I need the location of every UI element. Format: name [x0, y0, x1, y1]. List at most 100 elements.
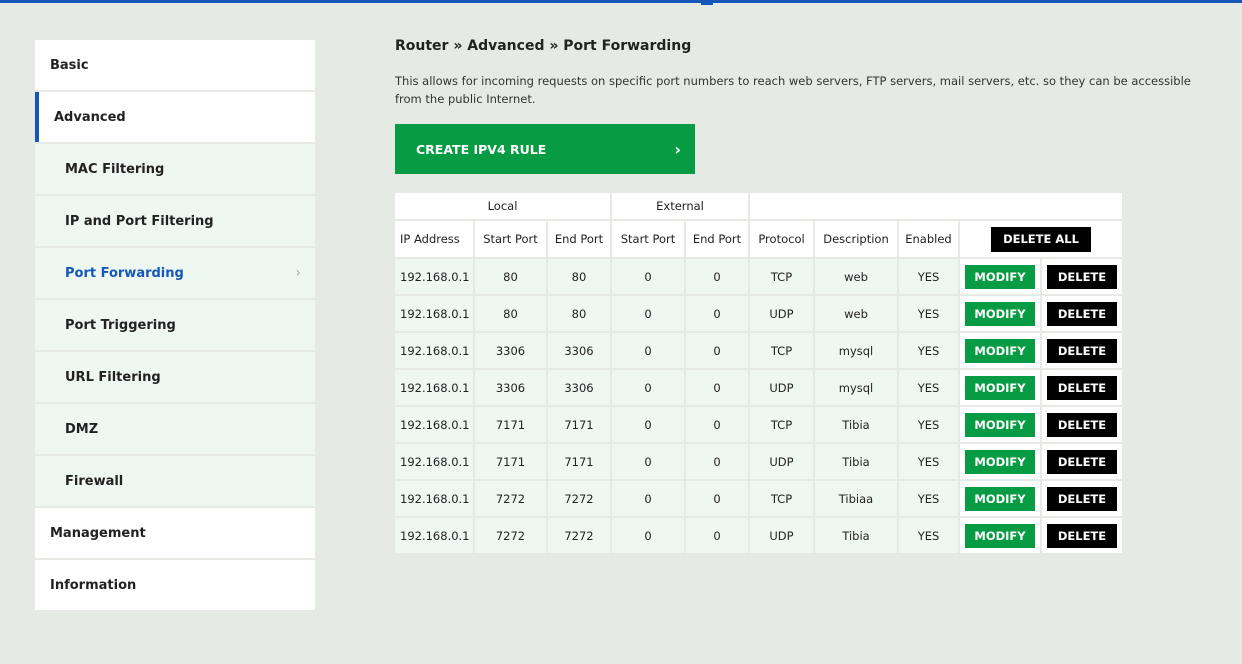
table-cell: Tibiaa	[815, 481, 897, 518]
table-cell: 3306	[475, 333, 546, 370]
sidebar-item-information[interactable]: Information	[35, 560, 315, 610]
table-cell: 3306	[548, 370, 610, 407]
table-cell: 0	[686, 333, 748, 370]
column-header: Protocol	[750, 221, 813, 259]
table-row: 192.168.0.1 7272 7272 0 0 TCP Tibiaa YES MODIFY D…	[395, 481, 1122, 518]
delete-button[interactable]: DELETE	[1047, 264, 1117, 289]
table-cell: mysql	[815, 370, 897, 407]
table-cell: 192.168.0.1	[395, 481, 473, 518]
table-cell: Tibia	[815, 444, 897, 481]
delete-cell: DELETE	[1042, 481, 1122, 518]
create-ipv4-rule-button[interactable]: CREATE IPV4 RULE ›	[395, 124, 695, 174]
table-cell: 0	[612, 296, 684, 333]
table-cell: 0	[686, 259, 748, 296]
table-cell: UDP	[750, 518, 813, 555]
modify-cell: MODIFY	[960, 481, 1040, 518]
table-cell: 192.168.0.1	[395, 259, 473, 296]
table-cell: 7272	[548, 518, 610, 555]
table-cell: 0	[686, 296, 748, 333]
table-cell: TCP	[750, 333, 813, 370]
group-local: Local	[395, 193, 610, 221]
modify-cell: MODIFY	[960, 444, 1040, 481]
table-cell: 192.168.0.1	[395, 407, 473, 444]
delete-button[interactable]: DELETE	[1047, 449, 1117, 474]
table-cell: 0	[612, 333, 684, 370]
delete-all-cell: DELETE ALL	[960, 221, 1122, 259]
column-header: IP Address	[395, 221, 473, 259]
table-cell: TCP	[750, 481, 813, 518]
top-accent-bar	[0, 0, 1242, 3]
modify-button[interactable]: MODIFY	[965, 523, 1035, 548]
table-cell: 80	[475, 296, 546, 333]
modify-cell: MODIFY	[960, 370, 1040, 407]
delete-button[interactable]: DELETE	[1047, 338, 1117, 363]
table-cell: 0	[612, 407, 684, 444]
group-blank	[750, 193, 1122, 221]
delete-button[interactable]: DELETE	[1047, 375, 1117, 400]
table-cell: 0	[686, 407, 748, 444]
delete-cell: DELETE	[1042, 444, 1122, 481]
group-external: External	[612, 193, 748, 221]
port-forwarding-table: Local External IP Address Start Port End Po…	[393, 193, 1124, 555]
delete-cell: DELETE	[1042, 333, 1122, 370]
delete-button[interactable]: DELETE	[1047, 301, 1117, 326]
sidebar-item-ip-port-filtering[interactable]: IP and Port Filtering	[35, 196, 315, 246]
table-cell: Tibia	[815, 407, 897, 444]
sidebar-item-management[interactable]: Management	[35, 508, 315, 558]
modify-button[interactable]: MODIFY	[965, 301, 1035, 326]
sidebar-item-firewall[interactable]: Firewall	[35, 456, 315, 506]
table-cell: UDP	[750, 370, 813, 407]
sidebar-item-mac-filtering[interactable]: MAC Filtering	[35, 144, 315, 194]
table-cell: web	[815, 259, 897, 296]
modify-button[interactable]: MODIFY	[965, 486, 1035, 511]
table-cell: 80	[548, 259, 610, 296]
table-cell: 0	[612, 481, 684, 518]
table-cell: YES	[899, 296, 958, 333]
delete-cell: DELETE	[1042, 296, 1122, 333]
delete-all-button[interactable]: DELETE ALL	[991, 226, 1091, 252]
modify-button[interactable]: MODIFY	[965, 338, 1035, 363]
sidebar-item-basic[interactable]: Basic	[35, 40, 315, 90]
table-cell: 7171	[548, 407, 610, 444]
table-cell: YES	[899, 518, 958, 555]
top-accent-tab	[701, 0, 713, 5]
sidebar-item-port-forwarding[interactable]: Port Forwarding ›	[35, 248, 315, 298]
sidebar-item-label: Port Forwarding	[65, 265, 184, 281]
delete-button[interactable]: DELETE	[1047, 412, 1117, 437]
delete-cell: DELETE	[1042, 518, 1122, 555]
sidebar-item-dmz[interactable]: DMZ	[35, 404, 315, 454]
sidebar-item-url-filtering[interactable]: URL Filtering	[35, 352, 315, 402]
column-header: End Port	[686, 221, 748, 259]
column-header: Enabled	[899, 221, 958, 259]
table-row: 192.168.0.1 7171 7171 0 0 TCP Tibia YES MODIFY DE…	[395, 407, 1122, 444]
delete-button[interactable]: DELETE	[1047, 486, 1117, 511]
modify-button[interactable]: MODIFY	[965, 264, 1035, 289]
sidebar: Basic Advanced MAC Filtering IP and Port…	[35, 40, 315, 612]
chevron-right-icon: ›	[674, 139, 681, 159]
table-cell: YES	[899, 259, 958, 296]
sidebar-item-port-triggering[interactable]: Port Triggering	[35, 300, 315, 350]
table-cell: web	[815, 296, 897, 333]
delete-cell: DELETE	[1042, 407, 1122, 444]
sidebar-item-advanced[interactable]: Advanced	[35, 92, 315, 142]
modify-button[interactable]: MODIFY	[965, 375, 1035, 400]
delete-button[interactable]: DELETE	[1047, 523, 1117, 548]
table-cell: 0	[686, 518, 748, 555]
table-cell: 192.168.0.1	[395, 444, 473, 481]
table-cell: 0	[612, 370, 684, 407]
table-row: 192.168.0.1 80 80 0 0 TCP web YES MODIFY DELETE	[395, 259, 1122, 296]
column-header: Start Port	[612, 221, 684, 259]
table-cell: 0	[612, 518, 684, 555]
modify-cell: MODIFY	[960, 333, 1040, 370]
chevron-right-icon: ›	[295, 265, 301, 281]
modify-button[interactable]: MODIFY	[965, 449, 1035, 474]
table-cell: 192.168.0.1	[395, 333, 473, 370]
table-row: 192.168.0.1 3306 3306 0 0 UDP mysql YES MODIFY DE…	[395, 370, 1122, 407]
modify-button[interactable]: MODIFY	[965, 412, 1035, 437]
modify-cell: MODIFY	[960, 407, 1040, 444]
table-cell: 0	[686, 444, 748, 481]
table-row: 192.168.0.1 7171 7171 0 0 UDP Tibia YES MODIFY DE…	[395, 444, 1122, 481]
table-cell: 192.168.0.1	[395, 518, 473, 555]
table-cell: 3306	[548, 333, 610, 370]
table-cell: Tibia	[815, 518, 897, 555]
